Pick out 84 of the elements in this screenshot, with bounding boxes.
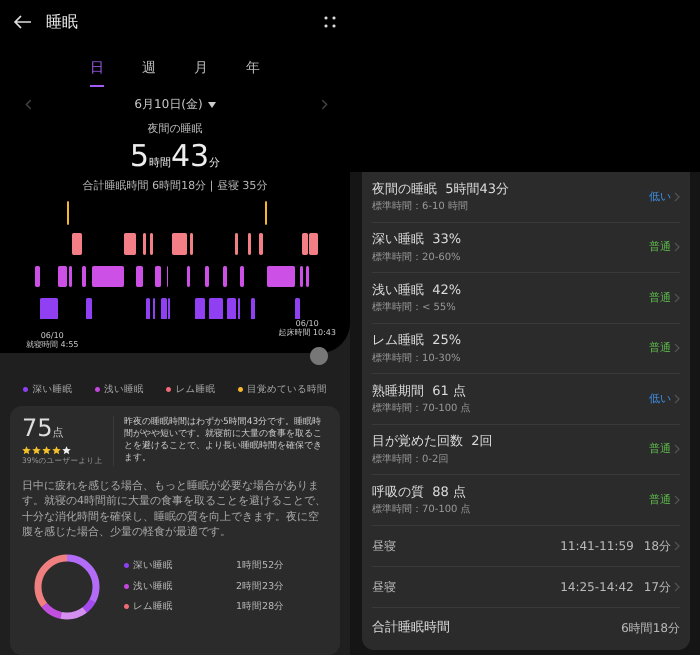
stage-duration: 1時間52分 [236, 559, 284, 574]
total-sleep-value: 6時間18分 [621, 620, 680, 637]
chevron-right-icon [674, 540, 680, 550]
metric-row[interactable]: 熟睡期間 61 点 標準時間：70-100 点 低い [372, 374, 680, 424]
metric-row[interactable]: 目が覚めた回数 2回 標準時間：0-2回 普通 [372, 424, 680, 475]
standard-range: 標準時間：< 55% [372, 300, 457, 315]
donut-drawing [34, 554, 100, 620]
metric-row[interactable]: 夜間の睡眠 5時間43分 標準時間：6-10 時間 低い [372, 172, 680, 222]
standard-range: 標準時間：20-60% [372, 250, 462, 264]
bedtime-label: 就寝時間 4:55 [26, 340, 79, 350]
chevron-right-icon [674, 343, 680, 354]
back-arrow-icon[interactable] [14, 15, 32, 29]
rating-label: 普通 [649, 290, 671, 306]
score-comment: 昨夜の睡眠時間はわずか5時間43分です。睡眠時間がやや短いです。就寝前に大量の食事を取ることを避けることで、より長い睡眠時間を確保できます。 [124, 416, 323, 466]
score-unit: 点 [52, 426, 64, 439]
chevron-right-icon [674, 192, 680, 202]
metric-title: 目が覚めた回数 2回 [372, 433, 494, 451]
chevron-right-icon [674, 444, 680, 454]
metric-title: 夜間の睡眠 5時間43分 [372, 180, 510, 198]
legend-label: レム睡眠 [175, 384, 216, 396]
total-sleep-label: 合計睡眠時間 [372, 619, 451, 638]
standard-range: 標準時間：6-10 時間 [372, 200, 469, 214]
rating-label: 普通 [649, 239, 671, 255]
rating-label: 低い [649, 390, 671, 406]
standard-range: 標準時間：70-100 点 [372, 402, 472, 416]
star-icon [22, 446, 31, 455]
metric-title: 熟睡期間 61 点 [372, 382, 467, 400]
legend-label: 深い睡眠 [32, 384, 72, 396]
chevron-right-icon [674, 582, 680, 592]
metric-title: 深い睡眠 33% [372, 231, 462, 249]
stage-label: 浅い睡眠 [133, 580, 173, 592]
chevron-right-icon [674, 292, 680, 303]
stage-duration: 1時間28分 [236, 600, 284, 614]
nap-duration: 18分 [644, 538, 671, 554]
score-value: 75 [22, 414, 53, 442]
advice-text: 日中に疲れを感じる場合、もっと睡眠が必要な場合があります。就寝の4時間前に大量の食事を取ることを避けることで、十分な消化時間を確保し、睡眠の質を向上できます。夜に空腹を感じた場合、少量の軽食が最適です。 [22, 478, 327, 540]
star-icon [62, 446, 71, 455]
star-icon [32, 446, 41, 455]
caret-icon [208, 102, 216, 108]
nap-title: 昼寝 [372, 578, 397, 596]
scroll-handle[interactable] [310, 347, 328, 366]
nap-row[interactable]: 昼寝 14:25-14:42 17分 [372, 566, 680, 608]
standard-range: 標準時間：0-2回 [372, 452, 450, 466]
rating-label: 普通 [649, 340, 671, 356]
standard-range: 標準時間：10-30% [372, 352, 462, 366]
night-sleep-label: 夜間の睡眠 [146, 121, 204, 137]
chevron-right-icon [674, 242, 680, 252]
nap-time: 14:25-14:42 [560, 578, 634, 596]
sleep-summary: 合計睡眠時間 6時間18分 | 昼寝 35分 [82, 178, 268, 194]
period-tab[interactable]: 月 [194, 58, 208, 87]
star-icon [42, 446, 51, 455]
legend-label: 浅い睡眠 [104, 384, 144, 396]
rating-label: 普通 [649, 441, 671, 457]
night-sleep-duration: 5 時間43分 [128, 142, 222, 172]
more-icon[interactable] [324, 16, 336, 28]
rating-label: 低い [649, 188, 671, 204]
stage-label: 深い睡眠 [133, 560, 173, 572]
standard-range: 標準時間：70-100 点 [372, 502, 472, 517]
metric-title: 呼吸の質 88 点 [372, 484, 467, 502]
period-tab[interactable]: 年 [246, 58, 260, 87]
stage-duration: 2時間23分 [236, 580, 284, 594]
wake-date: 06/10 [294, 319, 320, 328]
period-tab[interactable]: 週 [142, 58, 156, 87]
metric-title: 浅い睡眠 42% [372, 282, 462, 300]
metric-title: レム睡眠 25% [372, 332, 462, 350]
chevron-right-icon [674, 394, 680, 404]
period-tab[interactable]: 日 [90, 58, 104, 87]
nap-duration: 17分 [644, 578, 671, 596]
nap-title: 昼寝 [372, 538, 397, 554]
bedtime-date: 06/10 [40, 331, 65, 340]
metric-row[interactable]: 深い睡眠 33% 標準時間：20-60% 普通 [372, 222, 680, 273]
date-selector[interactable]: 6月10日(金) [134, 95, 216, 113]
nap-row[interactable]: 昼寝 11:41-11:59 18分 [372, 526, 680, 566]
nap-time: 11:41-11:59 [560, 538, 634, 554]
wake-time-label: 起床時間 10:43 [278, 328, 336, 338]
metric-row[interactable]: 呼吸の質 88 点 標準時間：70-100 点 普通 [372, 475, 680, 526]
metric-row[interactable]: 浅い睡眠 42% 標準時間：< 55% 普通 [372, 273, 680, 324]
star-icon [52, 446, 61, 455]
legend-label: 目覚めている時間 [246, 384, 327, 396]
rating-label: 普通 [649, 492, 671, 508]
metric-row[interactable]: レム睡眠 25% 標準時間：10-30% 普通 [372, 324, 680, 374]
stage-label: レム睡眠 [133, 600, 173, 612]
chevron-right-icon [674, 494, 680, 505]
page-title: 睡眠 [46, 11, 78, 33]
